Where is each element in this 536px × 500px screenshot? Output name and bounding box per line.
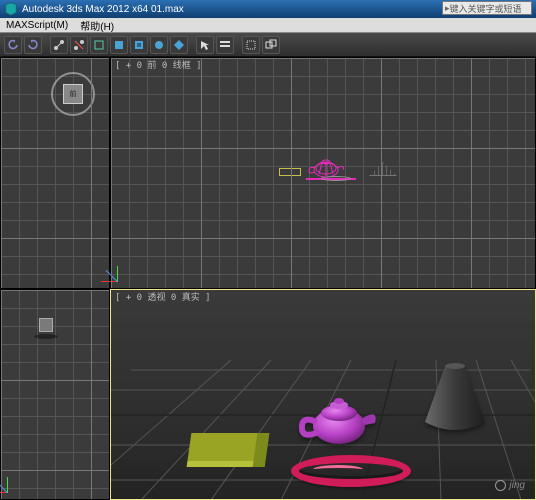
app-icon <box>4 2 18 16</box>
viewcube-face[interactable]: 前 <box>63 84 83 104</box>
watermark-icon <box>495 480 506 491</box>
left-viewcube-mini <box>39 318 53 332</box>
persp-torus[interactable] <box>291 455 411 487</box>
front-torus-wire[interactable] <box>321 176 351 181</box>
tool-4[interactable] <box>170 36 188 54</box>
tool-1[interactable] <box>110 36 128 54</box>
watermark: jing <box>495 480 525 491</box>
select-link-button[interactable] <box>50 36 68 54</box>
undo-button[interactable] <box>4 36 22 54</box>
select-button[interactable] <box>196 36 214 54</box>
persp-teapot[interactable] <box>297 383 381 458</box>
select-name-button[interactable] <box>216 36 234 54</box>
front-cone-wire[interactable] <box>369 162 397 176</box>
viewport-persp-label: [ + 0 透视 0 真实 ] <box>115 292 211 304</box>
viewports: 前 [ + 0 前 0 线框 ] <box>0 57 536 500</box>
left-viewcube-shadow <box>34 334 58 339</box>
select-region-button[interactable] <box>242 36 260 54</box>
front-box-wire[interactable] <box>279 168 301 176</box>
help-search-input[interactable]: 键入关键字或短语 <box>442 1 532 15</box>
tool-3[interactable] <box>150 36 168 54</box>
menu-help[interactable]: 帮助(H) <box>74 18 120 33</box>
window-crossing-button[interactable] <box>262 36 280 54</box>
axis-gizmo-front <box>117 260 139 282</box>
persp-cone[interactable] <box>423 362 487 439</box>
tool-2[interactable] <box>130 36 148 54</box>
titlebar: Autodesk 3ds Max 2012 x64 01.max 键入关键字或短… <box>0 0 536 18</box>
menu-maxscript[interactable]: MAXScript(M) <box>0 20 74 31</box>
front-teapot-wire[interactable] <box>306 156 346 176</box>
persp-box[interactable] <box>187 433 270 467</box>
viewcube[interactable]: 前 <box>51 72 95 116</box>
viewport-front[interactable]: [ + 0 前 0 线框 ] <box>110 57 536 289</box>
window-title: Autodesk 3ds Max 2012 x64 01.max <box>22 4 184 15</box>
watermark-text: jing <box>509 480 525 491</box>
unlink-button[interactable] <box>70 36 88 54</box>
viewport-left[interactable] <box>0 289 110 500</box>
menubar: MAXScript(M) 帮助(H) <box>0 18 536 33</box>
axis-gizmo-left <box>7 471 29 493</box>
bind-button[interactable] <box>90 36 108 54</box>
viewport-front-label: [ + 0 前 0 线框 ] <box>115 60 202 72</box>
viewport-perspective[interactable]: [ + 0 透视 0 真实 ] <box>110 289 536 500</box>
redo-button[interactable] <box>24 36 42 54</box>
viewport-top[interactable]: 前 <box>0 57 110 289</box>
toolbar <box>0 33 536 57</box>
